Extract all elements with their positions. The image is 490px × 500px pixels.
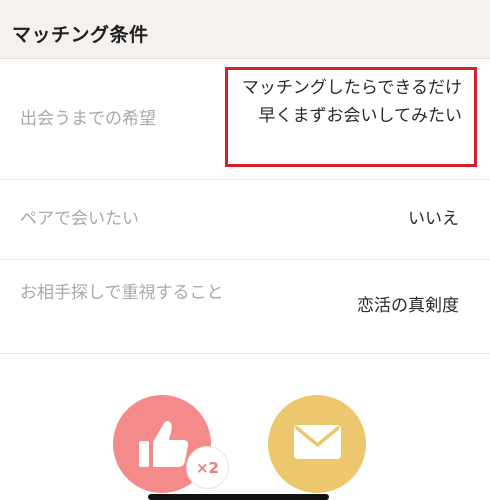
section-title: マッチング条件 bbox=[12, 24, 149, 46]
row-value-search-priority: 恋活の真剣度 bbox=[357, 296, 459, 316]
home-indicator bbox=[148, 494, 329, 500]
row-value-meeting-timing: マッチングしたらできるだけ早くまずお会いしてみたい bbox=[241, 78, 462, 126]
row-label-pair-meeting: ペアで会いたい bbox=[20, 209, 139, 229]
row-label-search-priority: お相手探しで重視すること bbox=[20, 283, 224, 303]
section-header: マッチング条件 bbox=[0, 0, 490, 59]
row-divider bbox=[0, 179, 490, 180]
row-divider bbox=[0, 259, 490, 260]
message-button[interactable] bbox=[268, 395, 366, 493]
row-value-pair-meeting: いいえ bbox=[408, 209, 459, 229]
row-label-meeting-timing: 出会うまでの希望 bbox=[20, 109, 156, 129]
like-multiplier-badge: ×2 bbox=[186, 446, 229, 489]
envelope-icon bbox=[294, 425, 341, 459]
row-divider bbox=[0, 353, 490, 354]
